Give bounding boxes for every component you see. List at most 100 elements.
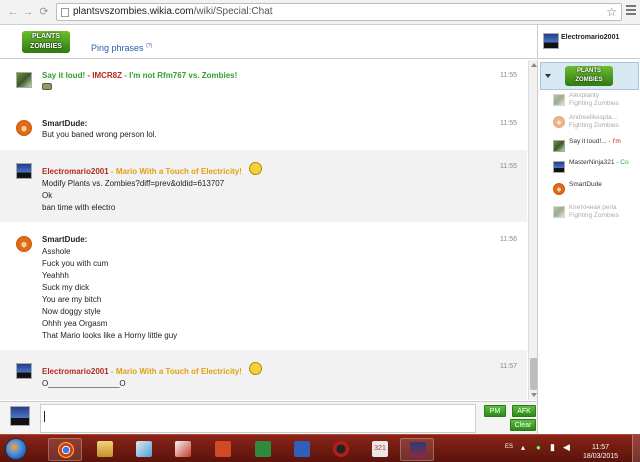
taskbar-badge-text: 321 [372,441,388,457]
user-name: Andreelikespla... [569,114,618,121]
badge-icon [249,362,262,375]
reload-icon[interactable]: ⟳ [37,5,51,19]
user-list-item[interactable]: Andreelikespla... Fighting Zombies [551,114,640,136]
ping-count: (?) [146,43,153,49]
my-avatar [10,406,30,426]
back-icon[interactable]: ← [6,5,20,19]
user-avatar[interactable] [16,72,32,88]
wiki-room[interactable]: PLANTS ZOMBIES [540,62,639,90]
show-desktop-button[interactable] [632,435,640,462]
message-username: SmartDude: [42,235,88,244]
user-list-item[interactable]: Say it loud!... - I'm [551,138,640,160]
url-path: /wiki/Special:Chat [193,6,273,17]
volume-icon[interactable]: ◀ [563,442,570,453]
badge-icon [249,162,262,175]
powerpoint-taskbar-icon[interactable] [206,438,240,461]
message-line: You are my bitch [42,295,102,304]
badge-icon [42,83,52,90]
signature-name: IMCR8Z [92,71,123,80]
browser-toolbar: ← → ⟳ plantsvszombies.wikia.com/wiki/Spe… [0,0,640,25]
pm-button[interactable]: PM [484,405,506,417]
message-username: Say it loud! - IMCR8Z - I'm not Rfm767 v… [42,71,237,80]
paint-taskbar-icon[interactable] [127,438,161,461]
user-status: Fighting Zombies [569,100,619,107]
explorer-taskbar-icon[interactable] [88,438,122,461]
message-line: Yeahhh [42,271,69,280]
text-caret [44,411,45,422]
message-time: 11:55 [500,72,517,79]
signal-icon[interactable]: ▮ [550,442,555,453]
chat-header: PLANTS ZOMBIES Ping phrases (?) Electroma… [0,25,640,59]
user-inline-status: - I'm [606,138,621,145]
user-list-item[interactable]: SmartDude [551,181,640,203]
app-taskbar-icon[interactable] [166,438,200,461]
user-avatar[interactable] [16,163,32,179]
user-name: Alexplanty [569,92,599,99]
message-line: Ohhh yea Orgasm [42,319,108,328]
clear-button[interactable]: Clear [510,419,536,431]
wiki-logo[interactable]: PLANTS ZOMBIES [22,31,70,53]
user-avatar [553,183,565,195]
user-inline-status: - Co [614,159,629,166]
user-list-sidebar: PLANTS ZOMBIES Alexplanty Fighting Zombie… [537,60,640,434]
clock-time: 11:57 [592,444,610,451]
user-list-item[interactable]: Alexplanty Fighting Zombies [551,92,640,114]
bookmark-star-icon[interactable]: ☆ [606,4,617,20]
message-line: ban time with electro [42,203,116,212]
user-name: MasterNinja321 - Co [569,159,629,166]
afk-button[interactable]: AFK [512,405,536,417]
tray-arrow-icon[interactable]: ▴ [521,443,525,452]
message-link[interactable]: Modify Plants vs. Zombies?diff=prev&oldi… [42,179,224,188]
signature-text: - Mario With a Touch of Electricity! [108,167,242,176]
language-indicator[interactable]: ES [505,444,513,450]
browser-menu-icon[interactable] [626,5,636,17]
message-username: Electromario2001 - Mario With a Touch of… [42,367,242,376]
user-name: Say it loud!... - I'm [569,138,621,145]
current-user-avatar [543,33,559,49]
message-time: 11:57 [500,363,517,370]
user-avatar [553,206,565,218]
chat-messages: Say it loud! - IMCR8Z - I'm not Rfm767 v… [0,60,527,400]
user-avatar[interactable] [16,120,32,136]
message-line: That Mario looks like a Horny little guy [42,331,178,340]
message-username: Electromario2001 - Mario With a Touch of… [42,167,242,176]
user-status: Fighting Zombies [569,212,619,219]
calendar-taskbar-icon[interactable]: 321 [363,438,397,461]
message-line: Suck my dick [42,283,90,292]
clock-date: 18/03/2015 [583,453,619,460]
current-user[interactable]: Electromario2001 [537,25,640,59]
chat-message: SmartDude: Asshole Fuck you with cum Yea… [0,222,527,350]
wiki-room-logo: PLANTS ZOMBIES [565,66,613,86]
user-list-item[interactable]: Клеточная репа Fighting Zombies [551,204,640,226]
username: Electromario2001 [42,167,109,176]
message-time: 11:55 [500,120,517,127]
message-line: Asshole [42,247,71,256]
username: Electromario2001 [42,367,109,376]
user-avatar [553,116,565,128]
message-time: 11:55 [500,163,517,170]
windows-taskbar: 321 ES ▴ ● ▮ ◀ [0,434,640,462]
collapse-arrow-icon[interactable] [545,74,551,78]
user-list-item[interactable]: MasterNinja321 - Co [551,159,640,181]
message-username: SmartDude: [42,119,88,128]
page-icon [61,8,69,17]
network-icon[interactable]: ● [536,443,541,452]
word-taskbar-icon[interactable] [285,438,319,461]
chat-input-area: PM AFK Clear [0,401,537,434]
excel-taskbar-icon[interactable] [246,438,280,461]
forward-icon[interactable]: → [21,5,35,19]
user-avatar[interactable] [16,363,32,379]
user-avatar[interactable] [16,236,32,252]
chat-message: Say it loud! - IMCR8Z - I'm not Rfm767 v… [0,60,527,106]
message-line: Ok [42,191,53,200]
user-avatar [553,94,565,106]
chat-input[interactable] [40,404,476,433]
address-bar[interactable]: plantsvszombies.wikia.com/wiki/Special:C… [56,3,622,21]
media-taskbar-icon[interactable] [324,438,358,461]
ping-phrases-link[interactable]: Ping phrases (?) [91,43,152,53]
message-time: 11:56 [500,236,517,243]
taskbar-clock[interactable]: 11:57 18/03/2015 [583,443,618,461]
chrome-taskbar-icon[interactable] [48,438,82,461]
start-button[interactable] [5,438,27,460]
game-taskbar-icon[interactable] [400,438,434,461]
